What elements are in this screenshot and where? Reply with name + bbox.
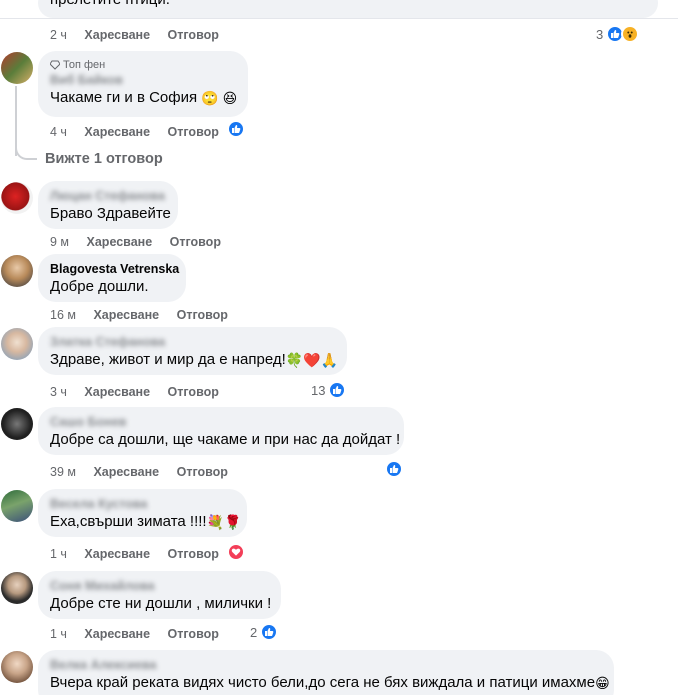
comment-meta: 3 ч Харесване Отговор: [50, 385, 233, 399]
comment-emoji: 🍀❤️🙏: [285, 352, 339, 368]
reaction-count: 3: [596, 26, 604, 42]
comment-bubble: Златка Стефанова Здраве, живот и мир да …: [38, 327, 347, 375]
reaction-summary[interactable]: [227, 543, 245, 561]
reaction-summary[interactable]: [385, 460, 403, 478]
comment-bubble: Сашо Бонев Добре са дошли, ще чакаме и п…: [38, 407, 404, 455]
view-replies-link[interactable]: Вижте 1 отговор: [45, 151, 163, 167]
comment-bubble: Соня Михайлова Добре сте ни дошли , мили…: [38, 571, 281, 619]
comment-text: Вчера край реката видях чисто бели,до се…: [50, 674, 596, 691]
comment-emoji: 💐🌹: [206, 514, 242, 530]
like-reaction-icon: [385, 460, 403, 478]
like-link[interactable]: Харесване: [87, 235, 153, 249]
reply-link[interactable]: Отговор: [168, 28, 219, 42]
thread-connector: [15, 140, 37, 160]
avatar[interactable]: [1, 52, 33, 84]
avatar[interactable]: [1, 490, 33, 522]
comment-emoji: 🙄 😆: [201, 90, 238, 106]
like-reaction-icon: [260, 623, 279, 641]
avatar[interactable]: [1, 651, 33, 683]
reaction-count: 13: [311, 382, 326, 398]
comment-text: Чакаме ги и в София: [50, 89, 198, 106]
comment-time: 1 ч: [50, 627, 67, 641]
like-link[interactable]: Харесване: [84, 627, 150, 641]
avatar[interactable]: [1, 328, 33, 360]
like-link[interactable]: Харесване: [93, 308, 159, 322]
like-link[interactable]: Харесване: [84, 385, 150, 399]
top-fan-badge: Топ фен: [50, 58, 236, 72]
reply-link[interactable]: Отговор: [170, 235, 221, 249]
reaction-summary[interactable]: 2: [250, 623, 279, 641]
partial-comment-text: прелетите птици.: [50, 0, 170, 8]
like-link[interactable]: Харесване: [84, 28, 150, 42]
avatar[interactable]: [1, 255, 33, 287]
avatar[interactable]: [1, 182, 33, 214]
reply-link[interactable]: Отговор: [168, 627, 219, 641]
comment-text: Добре са дошли, ще чакаме и при нас да д…: [50, 431, 401, 448]
comment-meta: 2 ч Харесване Отговор: [50, 28, 233, 42]
comment-time: 9 м: [50, 235, 70, 249]
comment-bubble: Blagovesta Vetrenska Добре дошли.: [38, 254, 186, 302]
comment-meta: 4 ч Харесване Отговор: [50, 125, 233, 139]
comment-author[interactable]: Весела Кустова: [50, 496, 235, 512]
diamond-icon: [50, 60, 60, 70]
comment-text: Добре сте ни дошли , милички !: [50, 595, 272, 612]
comment-author[interactable]: Blagovesta Vetrenska: [50, 261, 179, 277]
comment-author[interactable]: Соня Михайлова: [50, 578, 269, 594]
comment-author[interactable]: Златка Стефанова: [50, 334, 335, 350]
like-link[interactable]: Харесване: [93, 465, 159, 479]
comment-author[interactable]: Люцан Стефанова: [50, 188, 166, 204]
comment-bubble: Люцан Стефанова Браво Здравейте: [38, 181, 178, 229]
reply-link[interactable]: Отговор: [177, 308, 228, 322]
comment-text: Еха,свърши зимата !!!!: [50, 513, 207, 530]
comment-bubble: Весела Кустова Еха,свърши зимата !!!!💐🌹: [38, 489, 247, 537]
comment-bubble: Велка Алексиева Вчера край реката видях …: [38, 650, 614, 695]
like-reaction-icon: [328, 381, 347, 399]
like-link[interactable]: Харесване: [84, 125, 150, 139]
reaction-summary[interactable]: [227, 120, 245, 138]
reply-link[interactable]: Отговор: [168, 125, 219, 139]
comment-meta: 1 ч Харесване Отговор: [50, 547, 233, 561]
badge-label: Топ фен: [63, 59, 106, 71]
reply-link[interactable]: Отговор: [168, 547, 219, 561]
like-reaction-icon: [227, 120, 245, 138]
comment-author[interactable]: Велка Алексиева: [50, 657, 602, 673]
like-link[interactable]: Харесване: [84, 547, 150, 561]
comment-text: Добре дошли.: [50, 278, 149, 295]
heart-reaction-icon: [227, 543, 245, 561]
comment-author[interactable]: Сашо Бонев: [50, 414, 392, 430]
comment-time: 4 ч: [50, 125, 67, 139]
avatar[interactable]: [1, 408, 33, 440]
comment-bubble: Топ фен Виб Байков Чакаме ги и в София 🙄…: [38, 51, 248, 117]
comment-text: Браво Здравейте: [50, 205, 171, 222]
avatar[interactable]: [1, 572, 33, 604]
comment-text: Здраве, живот и мир да е напред!: [50, 351, 286, 368]
reaction-count: 2: [250, 624, 258, 640]
comment-time: 2 ч: [50, 28, 67, 42]
comment-emoji: 😁: [595, 675, 610, 691]
reaction-summary[interactable]: 13: [311, 381, 347, 399]
comment-meta: 9 м Харесване Отговор: [50, 235, 235, 249]
comment-time: 1 ч: [50, 547, 67, 561]
comment-author[interactable]: Виб Байков: [50, 72, 236, 88]
comment-time: 3 ч: [50, 385, 67, 399]
comment-meta: 39 м Харесване Отговор: [50, 465, 242, 479]
wow-reaction-icon: [621, 25, 640, 43]
comment-meta: 16 м Харесване Отговор: [50, 308, 242, 322]
comment-time: 16 м: [50, 308, 76, 322]
reaction-summary[interactable]: 3: [596, 25, 640, 43]
comment-time: 39 м: [50, 465, 76, 479]
reply-link[interactable]: Отговор: [168, 385, 219, 399]
comment-meta: 1 ч Харесване Отговор: [50, 627, 233, 641]
divider: [0, 18, 678, 19]
reply-link[interactable]: Отговор: [177, 465, 228, 479]
